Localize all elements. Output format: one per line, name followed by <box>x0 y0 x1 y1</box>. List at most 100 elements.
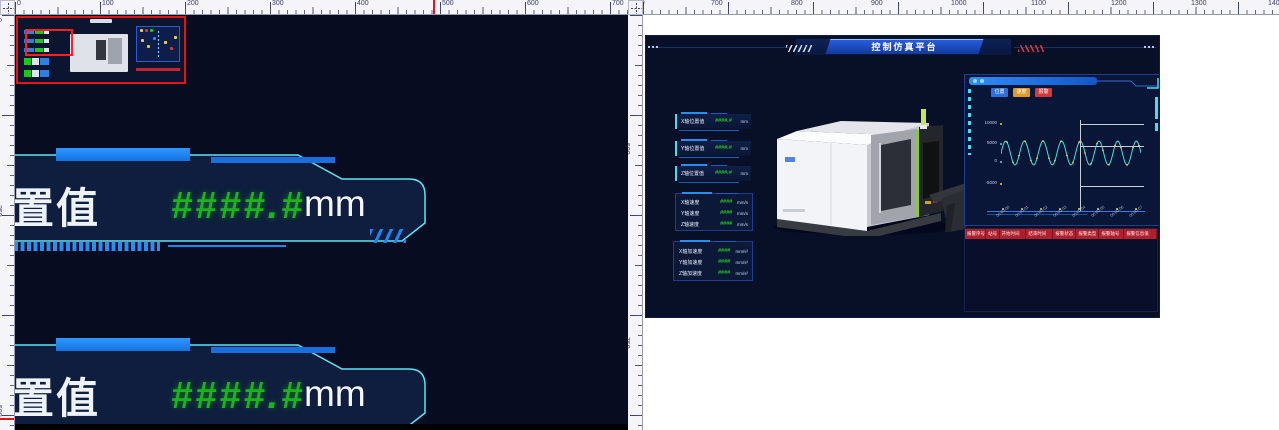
readout-label: Y轴加速度 <box>679 259 702 266</box>
widget-label: 位置值 <box>15 175 100 236</box>
y-axis-tick-label: 0 <box>969 158 997 163</box>
readout-value: #### <box>718 259 730 265</box>
x-axis-position-readout[interactable]: X轴位置值 ####.# mm <box>675 114 751 129</box>
cursor-position-marker <box>433 0 435 15</box>
ruler-origin-corner-right[interactable] <box>628 0 643 15</box>
design-canvas-zoomed[interactable]: 位置值 ####.# mm 位置值 ####.# mm <box>15 15 628 430</box>
header-bracket <box>1095 75 1160 91</box>
ruler-label: 1100 <box>1031 0 1046 7</box>
y-axis-tick-label: -5000 <box>969 180 997 185</box>
readout-label: Z轴加速度 <box>679 270 702 277</box>
position-value-widget-2[interactable]: 位置值 ####.# mm <box>15 335 433 430</box>
readout-value: ####.# <box>715 145 732 151</box>
sine-curve <box>1001 139 1141 167</box>
axis-acceleration-group[interactable]: X轴加速度 #### mm/s² Y轴加速度 #### mm/s² Z轴加速度 … <box>673 241 753 281</box>
ruler-label: 600 <box>643 0 645 7</box>
z-axis-position-readout[interactable]: Z轴位置值 ####.# mm <box>675 166 751 181</box>
y-axis-tick-label: 5000 <box>969 140 997 145</box>
ruler-label: 700 <box>612 0 624 7</box>
ruler-label: 1400 <box>1268 0 1279 7</box>
readout-value: ####.# <box>715 118 732 124</box>
crosshair-icon <box>631 3 642 14</box>
minimap-chart <box>136 26 180 62</box>
chart-cursor-line[interactable] <box>1080 120 1081 212</box>
design-canvas-full[interactable]: 控制仿真平台 X轴位置值 ####.# mm Y轴位置值 ####.# mm Z… <box>643 15 1279 430</box>
vertical-ruler-left-view: 0 250 500 <box>0 15 15 430</box>
minimap-widget-row <box>24 70 50 77</box>
accent-bar <box>211 157 335 163</box>
ruler-label: 200 <box>187 0 199 7</box>
alarm-column-header: 结束时间 <box>1026 229 1053 239</box>
readout-unit: mm/s² <box>736 260 749 265</box>
right-cyan-strip <box>1155 123 1158 131</box>
widget-value: ####.# <box>171 375 305 418</box>
alarm-column-header: 报警类型 <box>1076 229 1099 239</box>
axis-speed-group[interactable]: X轴速度 #### mm/s Y轴速度 #### mm/s Z轴速度 #### … <box>675 193 753 231</box>
ruler-label: 1200 <box>1111 0 1127 7</box>
title-decor-dashes <box>648 46 658 48</box>
legend-button-position[interactable]: 位置 <box>991 88 1008 97</box>
right-cyan-strip <box>1155 97 1158 119</box>
readout-value: #### <box>718 270 730 276</box>
alarm-column-header: 站号 <box>986 229 999 239</box>
readout-unit: mm <box>741 119 749 124</box>
readout-value: #### <box>720 221 732 227</box>
y-axis-tick-label: 10000 <box>969 120 997 125</box>
readout-value: #### <box>720 210 732 216</box>
ruler-label: 500 <box>0 405 2 417</box>
ruler-label: 0 <box>17 0 21 7</box>
readout-unit: mm/s <box>737 211 748 216</box>
readout-label: X轴速度 <box>681 199 699 206</box>
ruler-label: 500 <box>628 143 630 155</box>
ruler-origin-corner-left[interactable] <box>0 0 15 15</box>
minimap-machine-image <box>70 34 128 72</box>
y-axis-position-readout[interactable]: Y轴位置值 ####.# mm <box>675 141 751 156</box>
widget-unit: mm <box>304 373 366 415</box>
ruler-label: 250 <box>0 205 2 217</box>
minimap-alarm-bar <box>136 68 180 71</box>
ruler-label: 750 <box>628 337 630 349</box>
ruler-label: 100 <box>102 0 114 7</box>
ruler-label: 300 <box>272 0 284 7</box>
x-axis-line <box>987 211 1145 212</box>
accent-bar <box>56 148 190 161</box>
legend-button-speed[interactable]: 速度 <box>1013 88 1030 97</box>
alarm-column-header: 开始时间 <box>1000 229 1027 239</box>
alarm-column-header: 报警轴号 <box>1099 229 1124 239</box>
minimap-viewport-rectangle[interactable] <box>25 29 73 56</box>
readout-label: Y轴速度 <box>681 210 699 217</box>
widget-unit: mm <box>304 183 366 225</box>
readout-unit: mm <box>741 146 749 151</box>
readout-unit: mm/s <box>737 222 748 227</box>
legend-button-alarm[interactable]: 报警 <box>1035 88 1052 97</box>
alarm-table-body <box>965 239 1157 313</box>
canvas-bottom-edge <box>15 424 628 430</box>
chart-header-bar <box>969 77 1097 85</box>
ruler-label: 500 <box>442 0 454 7</box>
alarm-table-header: 报警序号 站号 开始时间 结束时间 报警状态 报警类型 报警轴号 报警信息值 <box>965 229 1157 239</box>
alarm-table[interactable]: 报警序号 站号 开始时间 结束时间 报警状态 报警类型 报警轴号 报警信息值 <box>964 228 1158 312</box>
header-dot <box>973 79 977 83</box>
editor-window: 0 100 200 300 400 500 600 700 0 250 500 <box>0 0 1279 430</box>
dashboard-screen[interactable]: 控制仿真平台 X轴位置值 ####.# mm Y轴位置值 ####.# mm Z… <box>645 35 1160 318</box>
ruler-label: 1000 <box>951 0 967 7</box>
ruler-label: 800 <box>791 0 803 7</box>
readout-label: X轴加速度 <box>679 248 702 255</box>
hatch-decoration-red <box>1018 45 1044 52</box>
readout-unit: mm/s² <box>736 249 749 254</box>
ruler-label: 700 <box>711 0 723 7</box>
readout-label: Y轴位置值 <box>681 145 704 152</box>
position-value-widget-1[interactable]: 位置值 ####.# mm <box>15 145 433 257</box>
curve-chart-panel[interactable]: 位置 速度 报警 10000 5000 0 -5000 <box>964 74 1160 226</box>
cursor-position-marker <box>0 418 15 420</box>
underline-bar <box>168 245 286 247</box>
readout-label: Z轴位置值 <box>681 170 704 177</box>
accent-bar <box>211 347 335 353</box>
header-dot <box>980 79 984 83</box>
alarm-column-header: 报警信息值 <box>1124 229 1157 239</box>
dashboard-title: 控制仿真平台 <box>828 40 981 53</box>
hatch-decoration <box>786 45 812 52</box>
minimap-navigator[interactable] <box>16 16 186 84</box>
chart-value-line <box>1080 186 1144 187</box>
title-decor-dashes <box>1144 46 1154 48</box>
